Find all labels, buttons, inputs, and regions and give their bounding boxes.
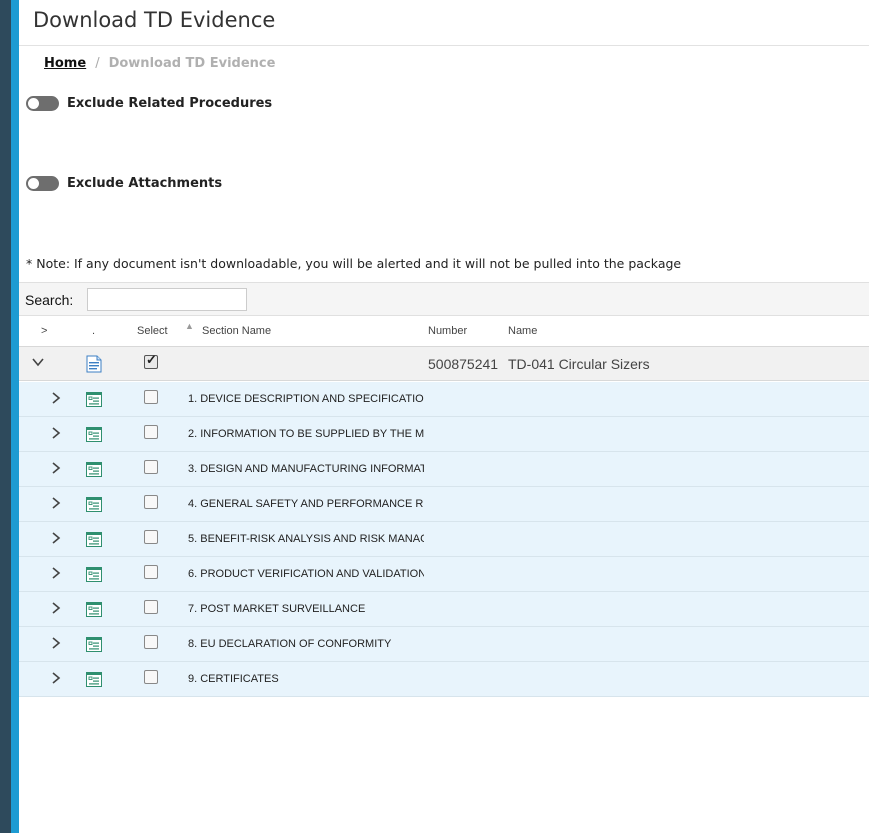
chevron-right-icon[interactable] — [49, 496, 63, 513]
column-icon-header: . — [92, 325, 96, 337]
document-icon — [86, 355, 102, 378]
section-row[interactable]: 2. INFORMATION TO BE SUPPLIED BY THE M — [19, 417, 869, 452]
toggle-knob — [28, 98, 39, 109]
column-number-header[interactable]: Number — [428, 325, 467, 337]
search-input[interactable] — [87, 288, 247, 311]
section-select-checkbox[interactable] — [144, 670, 158, 684]
section-select-checkbox[interactable] — [144, 390, 158, 404]
breadcrumb: Home / Download TD Evidence — [44, 56, 275, 71]
parent-document-row[interactable]: ✓ 500875241 TD-041 Circular Sizers — [19, 346, 869, 381]
chevron-right-icon[interactable] — [49, 671, 63, 688]
chevron-right-icon[interactable] — [49, 391, 63, 408]
exclude-attachments-toggle[interactable] — [26, 176, 59, 191]
section-list-icon — [86, 497, 102, 517]
section-name: 4. GENERAL SAFETY AND PERFORMANCE R — [188, 498, 424, 510]
chevron-right-icon[interactable] — [49, 461, 63, 478]
parent-name: TD-041 Circular Sizers — [508, 356, 650, 372]
chevron-right-icon[interactable] — [49, 531, 63, 548]
section-list-icon — [86, 392, 102, 412]
section-select-checkbox[interactable] — [144, 600, 158, 614]
section-row[interactable]: 1. DEVICE DESCRIPTION AND SPECIFICATIO — [19, 382, 869, 417]
section-row[interactable]: 8. EU DECLARATION OF CONFORMITY — [19, 627, 869, 662]
download-note: * Note: If any document isn't downloadab… — [26, 256, 682, 271]
breadcrumb-current: Download TD Evidence — [108, 56, 276, 71]
section-row[interactable]: 5. BENEFIT-RISK ANALYSIS AND RISK MANAC — [19, 522, 869, 557]
title-divider — [19, 45, 869, 46]
sort-ascending-icon[interactable]: ▲ — [185, 321, 194, 331]
section-name: 5. BENEFIT-RISK ANALYSIS AND RISK MANAC — [188, 533, 424, 545]
section-name: 6. PRODUCT VERIFICATION AND VALIDATION — [188, 568, 424, 580]
column-select-header[interactable]: Select — [137, 325, 168, 337]
section-name: 8. EU DECLARATION OF CONFORMITY — [188, 638, 392, 650]
section-list-icon — [86, 567, 102, 587]
toggle-knob — [28, 178, 39, 189]
chevron-down-icon[interactable] — [31, 355, 45, 372]
chevron-right-icon[interactable] — [49, 566, 63, 583]
parent-select-checkbox[interactable]: ✓ — [144, 352, 158, 369]
section-list-icon — [86, 602, 102, 622]
chevron-right-icon[interactable] — [49, 636, 63, 653]
chevron-right-icon[interactable] — [49, 426, 63, 443]
section-list-icon — [86, 427, 102, 447]
breadcrumb-home-link[interactable]: Home — [44, 56, 86, 71]
section-name: 7. POST MARKET SURVEILLANCE — [188, 603, 366, 615]
search-label: Search: — [25, 292, 74, 308]
section-list-icon — [86, 462, 102, 482]
section-list-icon — [86, 532, 102, 552]
section-select-checkbox[interactable] — [144, 425, 158, 439]
exclude-related-procedures-toggle[interactable] — [26, 96, 59, 111]
main-content: Download TD Evidence Home / Download TD Ev… — [19, 0, 869, 833]
table-header: > . Select ▲ Section Name Number Name — [19, 316, 869, 346]
section-select-checkbox[interactable] — [144, 635, 158, 649]
section-row[interactable]: 9. CERTIFICATES — [19, 662, 869, 697]
section-name: 2. INFORMATION TO BE SUPPLIED BY THE M — [188, 428, 424, 440]
left-edge-accent-bar — [11, 0, 19, 833]
section-row[interactable]: 3. DESIGN AND MANUFACTURING INFORMAT — [19, 452, 869, 487]
section-row[interactable]: 6. PRODUCT VERIFICATION AND VALIDATION — [19, 557, 869, 592]
column-name-header[interactable]: Name — [508, 325, 537, 337]
search-bar: Search: — [19, 282, 869, 316]
column-section-name-header[interactable]: Section Name — [202, 325, 271, 337]
section-list-icon — [86, 672, 102, 692]
column-expand-header: > — [41, 325, 48, 337]
chevron-right-icon[interactable] — [49, 601, 63, 618]
page-title: Download TD Evidence — [33, 8, 276, 32]
exclude-attachments-row: Exclude Attachments — [26, 176, 222, 191]
parent-number: 500875241 — [428, 356, 499, 372]
breadcrumb-separator: / — [95, 56, 100, 71]
section-name: 1. DEVICE DESCRIPTION AND SPECIFICATIO — [188, 393, 424, 405]
section-name: 3. DESIGN AND MANUFACTURING INFORMAT — [188, 463, 424, 475]
section-select-checkbox[interactable] — [144, 495, 158, 509]
checkmark-icon: ✓ — [146, 352, 157, 367]
section-row[interactable]: 7. POST MARKET SURVEILLANCE — [19, 592, 869, 627]
section-select-checkbox[interactable] — [144, 530, 158, 544]
section-select-checkbox[interactable] — [144, 565, 158, 579]
section-row[interactable]: 4. GENERAL SAFETY AND PERFORMANCE R — [19, 487, 869, 522]
section-name: 9. CERTIFICATES — [188, 673, 279, 685]
section-list-icon — [86, 637, 102, 657]
exclude-related-procedures-row: Exclude Related Procedures — [26, 96, 272, 111]
exclude-attachments-label: Exclude Attachments — [67, 176, 223, 191]
exclude-related-procedures-label: Exclude Related Procedures — [67, 96, 273, 111]
left-edge-dark-bar — [0, 0, 11, 833]
section-select-checkbox[interactable] — [144, 460, 158, 474]
